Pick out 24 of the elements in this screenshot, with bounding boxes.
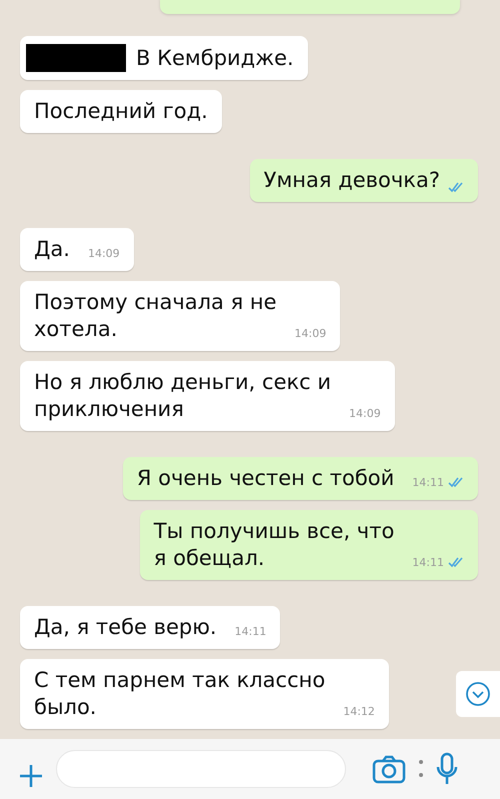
- message-time: 14:11: [412, 554, 444, 570]
- message-text: Но я люблю деньги, секс и приключения: [34, 369, 332, 423]
- message-text: Ты получишь все, что я обещал.: [154, 518, 394, 572]
- more-icon[interactable]: [418, 758, 424, 780]
- microphone-icon[interactable]: [436, 752, 458, 786]
- message-time: 14:12: [343, 704, 375, 720]
- message-text: Да, я тебе верю.: [34, 614, 217, 641]
- camera-icon[interactable]: [372, 754, 406, 784]
- message-time: 14:09: [88, 246, 120, 262]
- plus-icon[interactable]: [18, 763, 44, 789]
- message-text: С тем парнем так классно было.: [34, 667, 326, 721]
- message-text: Последний год.: [34, 98, 208, 125]
- message-text: В Кембридже.: [136, 45, 294, 72]
- message-time: 14:09: [294, 326, 326, 342]
- message-input[interactable]: [56, 750, 346, 788]
- message-time: 14:11: [234, 624, 266, 640]
- message-time: 14:11: [412, 474, 444, 490]
- message-text: Умная девочка?: [264, 167, 440, 194]
- scroll-down-button[interactable]: [456, 671, 500, 717]
- message-text: Да.: [34, 236, 70, 263]
- message-time: 14:09: [349, 406, 381, 422]
- message-text: Я очень честен с тобой: [136, 465, 394, 492]
- chevron-down-icon: [465, 681, 491, 707]
- message-text: Поэтому сначала я не хотела.: [34, 289, 277, 343]
